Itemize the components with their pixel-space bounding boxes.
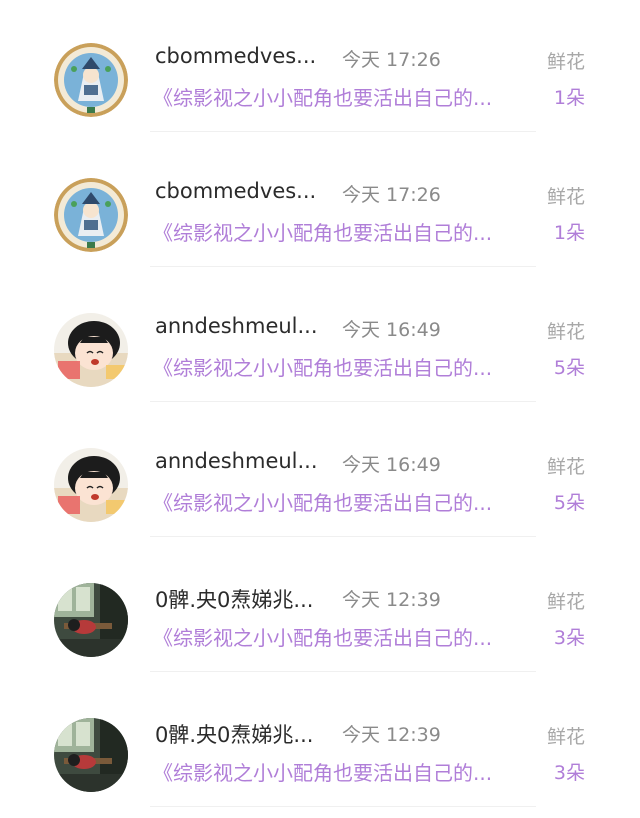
avatar[interactable] — [54, 718, 128, 792]
list-item[interactable]: cbommedves... 今天 17:26 鲜花 《综影视之小小配角也要活出自… — [0, 135, 640, 270]
book-title-link[interactable]: 《综影视之小小配角也要活出自己的... — [153, 82, 492, 111]
book-title-link[interactable]: 《综影视之小小配角也要活出自己的... — [153, 352, 492, 381]
anime-warrior-badge-icon — [54, 178, 128, 252]
gift-count: 1朵 — [553, 222, 585, 244]
sender-name[interactable]: cbommedves... — [155, 44, 316, 68]
classroom-photo-icon — [54, 718, 128, 792]
book-title-link[interactable]: 《综影视之小小配角也要活出自己的... — [153, 217, 492, 246]
divider — [150, 536, 536, 537]
cartoon-girl-icon — [54, 448, 128, 522]
gift-type-label: 鲜花 — [546, 186, 585, 208]
divider — [150, 266, 536, 267]
divider — [150, 671, 536, 672]
gift-count: 3朵 — [553, 627, 585, 649]
list-item[interactable]: 0髀.央0焘娣兆... 今天 12:39 鲜花 《综影视之小小配角也要活出自己的… — [0, 675, 640, 810]
list-item[interactable]: cbommedves... 今天 17:26 鲜花 《综影视之小小配角也要活出自… — [0, 0, 640, 135]
gift-type-label: 鲜花 — [546, 321, 585, 343]
gift-count: 3朵 — [553, 762, 585, 784]
divider — [150, 806, 536, 807]
cartoon-girl-icon — [54, 313, 128, 387]
gift-record-list: cbommedves... 今天 17:26 鲜花 《综影视之小小配角也要活出自… — [0, 0, 640, 818]
gift-type-label: 鲜花 — [546, 51, 585, 73]
gift-type-label: 鲜花 — [546, 456, 585, 478]
book-title-link[interactable]: 《综影视之小小配角也要活出自己的... — [153, 487, 492, 516]
avatar[interactable] — [54, 178, 128, 252]
gift-type-label: 鲜花 — [546, 591, 585, 613]
avatar[interactable] — [54, 313, 128, 387]
sender-name[interactable]: 0髀.央0焘娣兆... — [155, 719, 313, 749]
list-item[interactable]: anndeshmeul... 今天 16:49 鲜花 《综影视之小小配角也要活出… — [0, 270, 640, 405]
avatar[interactable] — [54, 43, 128, 117]
avatar[interactable] — [54, 448, 128, 522]
gift-time: 今天 16:49 — [342, 319, 441, 341]
list-item[interactable]: 0髀.央0焘娣兆... 今天 12:39 鲜花 《综影视之小小配角也要活出自己的… — [0, 540, 640, 675]
anime-warrior-badge-icon — [54, 43, 128, 117]
book-title-link[interactable]: 《综影视之小小配角也要活出自己的... — [153, 622, 492, 651]
list-item[interactable]: anndeshmeul... 今天 16:49 鲜花 《综影视之小小配角也要活出… — [0, 405, 640, 540]
gift-time: 今天 16:49 — [342, 454, 441, 476]
gift-type-label: 鲜花 — [546, 726, 585, 748]
sender-name[interactable]: cbommedves... — [155, 179, 316, 203]
sender-name[interactable]: anndeshmeul... — [155, 314, 318, 338]
divider — [150, 131, 536, 132]
gift-time: 今天 17:26 — [342, 184, 441, 206]
sender-name[interactable]: 0髀.央0焘娣兆... — [155, 584, 313, 614]
classroom-photo-icon — [54, 583, 128, 657]
gift-time: 今天 12:39 — [342, 589, 441, 611]
gift-time: 今天 12:39 — [342, 724, 441, 746]
divider — [150, 401, 536, 402]
book-title-link[interactable]: 《综影视之小小配角也要活出自己的... — [153, 757, 492, 786]
sender-name[interactable]: anndeshmeul... — [155, 449, 318, 473]
gift-time: 今天 17:26 — [342, 49, 441, 71]
avatar[interactable] — [54, 583, 128, 657]
gift-count: 5朵 — [553, 357, 585, 379]
gift-count: 5朵 — [553, 492, 585, 514]
gift-count: 1朵 — [553, 87, 585, 109]
